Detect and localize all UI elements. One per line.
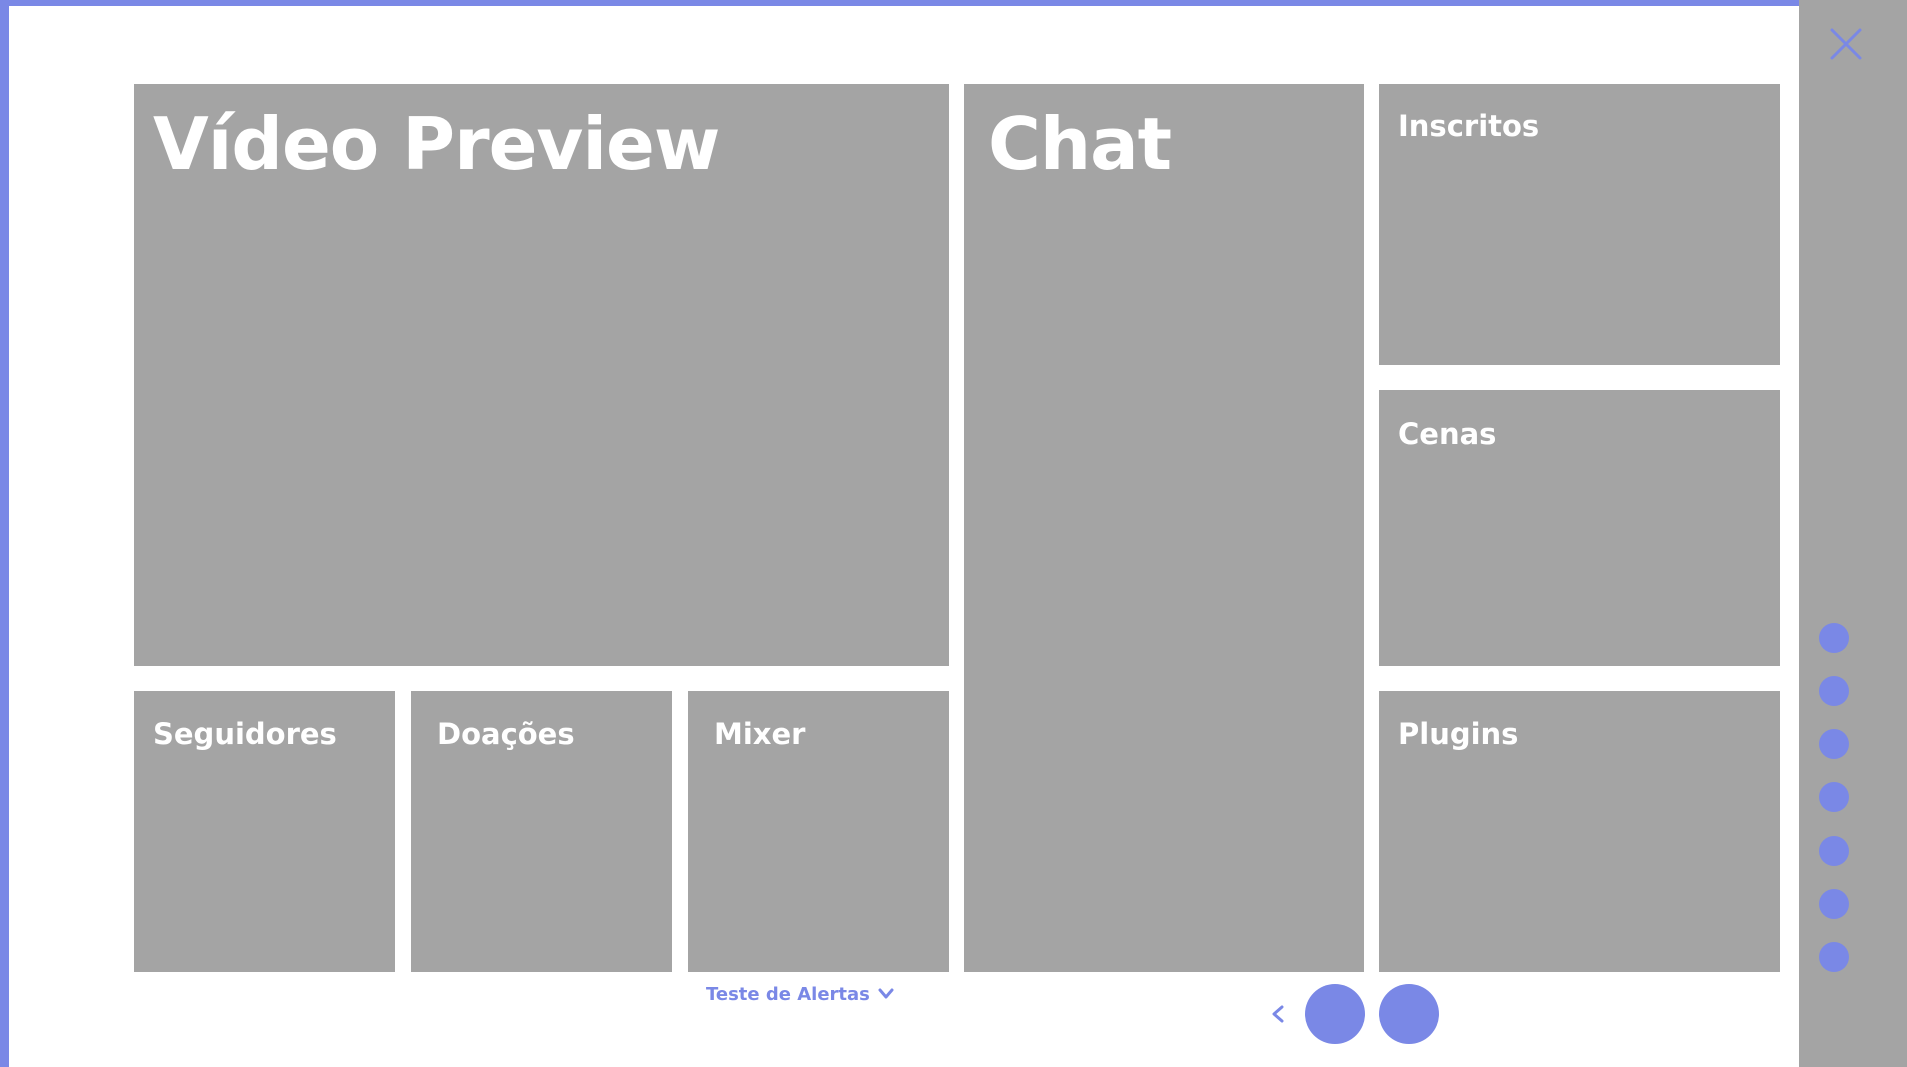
sidebar-dot-7[interactable] xyxy=(1819,942,1849,972)
top-accent-border xyxy=(0,0,1907,6)
sidebar-dot-6[interactable] xyxy=(1819,889,1849,919)
cenas-panel[interactable]: Cenas xyxy=(1379,390,1780,666)
seguidores-title: Seguidores xyxy=(153,717,337,751)
close-icon xyxy=(1828,28,1864,66)
previous-page-button[interactable] xyxy=(1268,1003,1288,1025)
video-preview-panel[interactable]: Vídeo Preview xyxy=(134,84,949,666)
chevron-left-icon xyxy=(1268,1005,1288,1029)
chat-panel[interactable]: Chat xyxy=(964,84,1364,972)
sidebar-dot-2[interactable] xyxy=(1819,676,1849,706)
sidebar-dot-4[interactable] xyxy=(1819,782,1849,812)
chat-title: Chat xyxy=(988,102,1172,186)
sidebar-dot-5[interactable] xyxy=(1819,836,1849,866)
alerts-test-dropdown[interactable]: Teste de Alertas xyxy=(706,981,894,1007)
dashboard-layout-editor: Vídeo Preview Chat Inscritos Cenas Segui… xyxy=(0,0,1907,1067)
plugins-title: Plugins xyxy=(1398,717,1519,751)
right-sidebar xyxy=(1799,0,1907,1067)
alerts-test-label: Teste de Alertas xyxy=(706,983,870,1005)
sidebar-dot-1[interactable] xyxy=(1819,623,1849,653)
cenas-title: Cenas xyxy=(1398,417,1497,451)
left-accent-border xyxy=(0,0,9,1067)
mixer-title: Mixer xyxy=(714,717,806,751)
sidebar-dot-3[interactable] xyxy=(1819,729,1849,759)
inscritos-title: Inscritos xyxy=(1398,109,1540,143)
plugins-panel[interactable]: Plugins xyxy=(1379,691,1780,972)
video-preview-title: Vídeo Preview xyxy=(153,102,720,186)
inscritos-panel[interactable]: Inscritos xyxy=(1379,84,1780,365)
mixer-panel[interactable]: Mixer xyxy=(688,691,949,972)
seguidores-panel[interactable]: Seguidores xyxy=(134,691,395,972)
chevron-down-icon xyxy=(878,988,894,1000)
doacoes-title: Doações xyxy=(437,717,575,751)
page-indicator-1[interactable] xyxy=(1305,984,1365,1044)
close-button[interactable] xyxy=(1828,26,1864,62)
doacoes-panel[interactable]: Doações xyxy=(411,691,672,972)
page-indicator-2[interactable] xyxy=(1379,984,1439,1044)
